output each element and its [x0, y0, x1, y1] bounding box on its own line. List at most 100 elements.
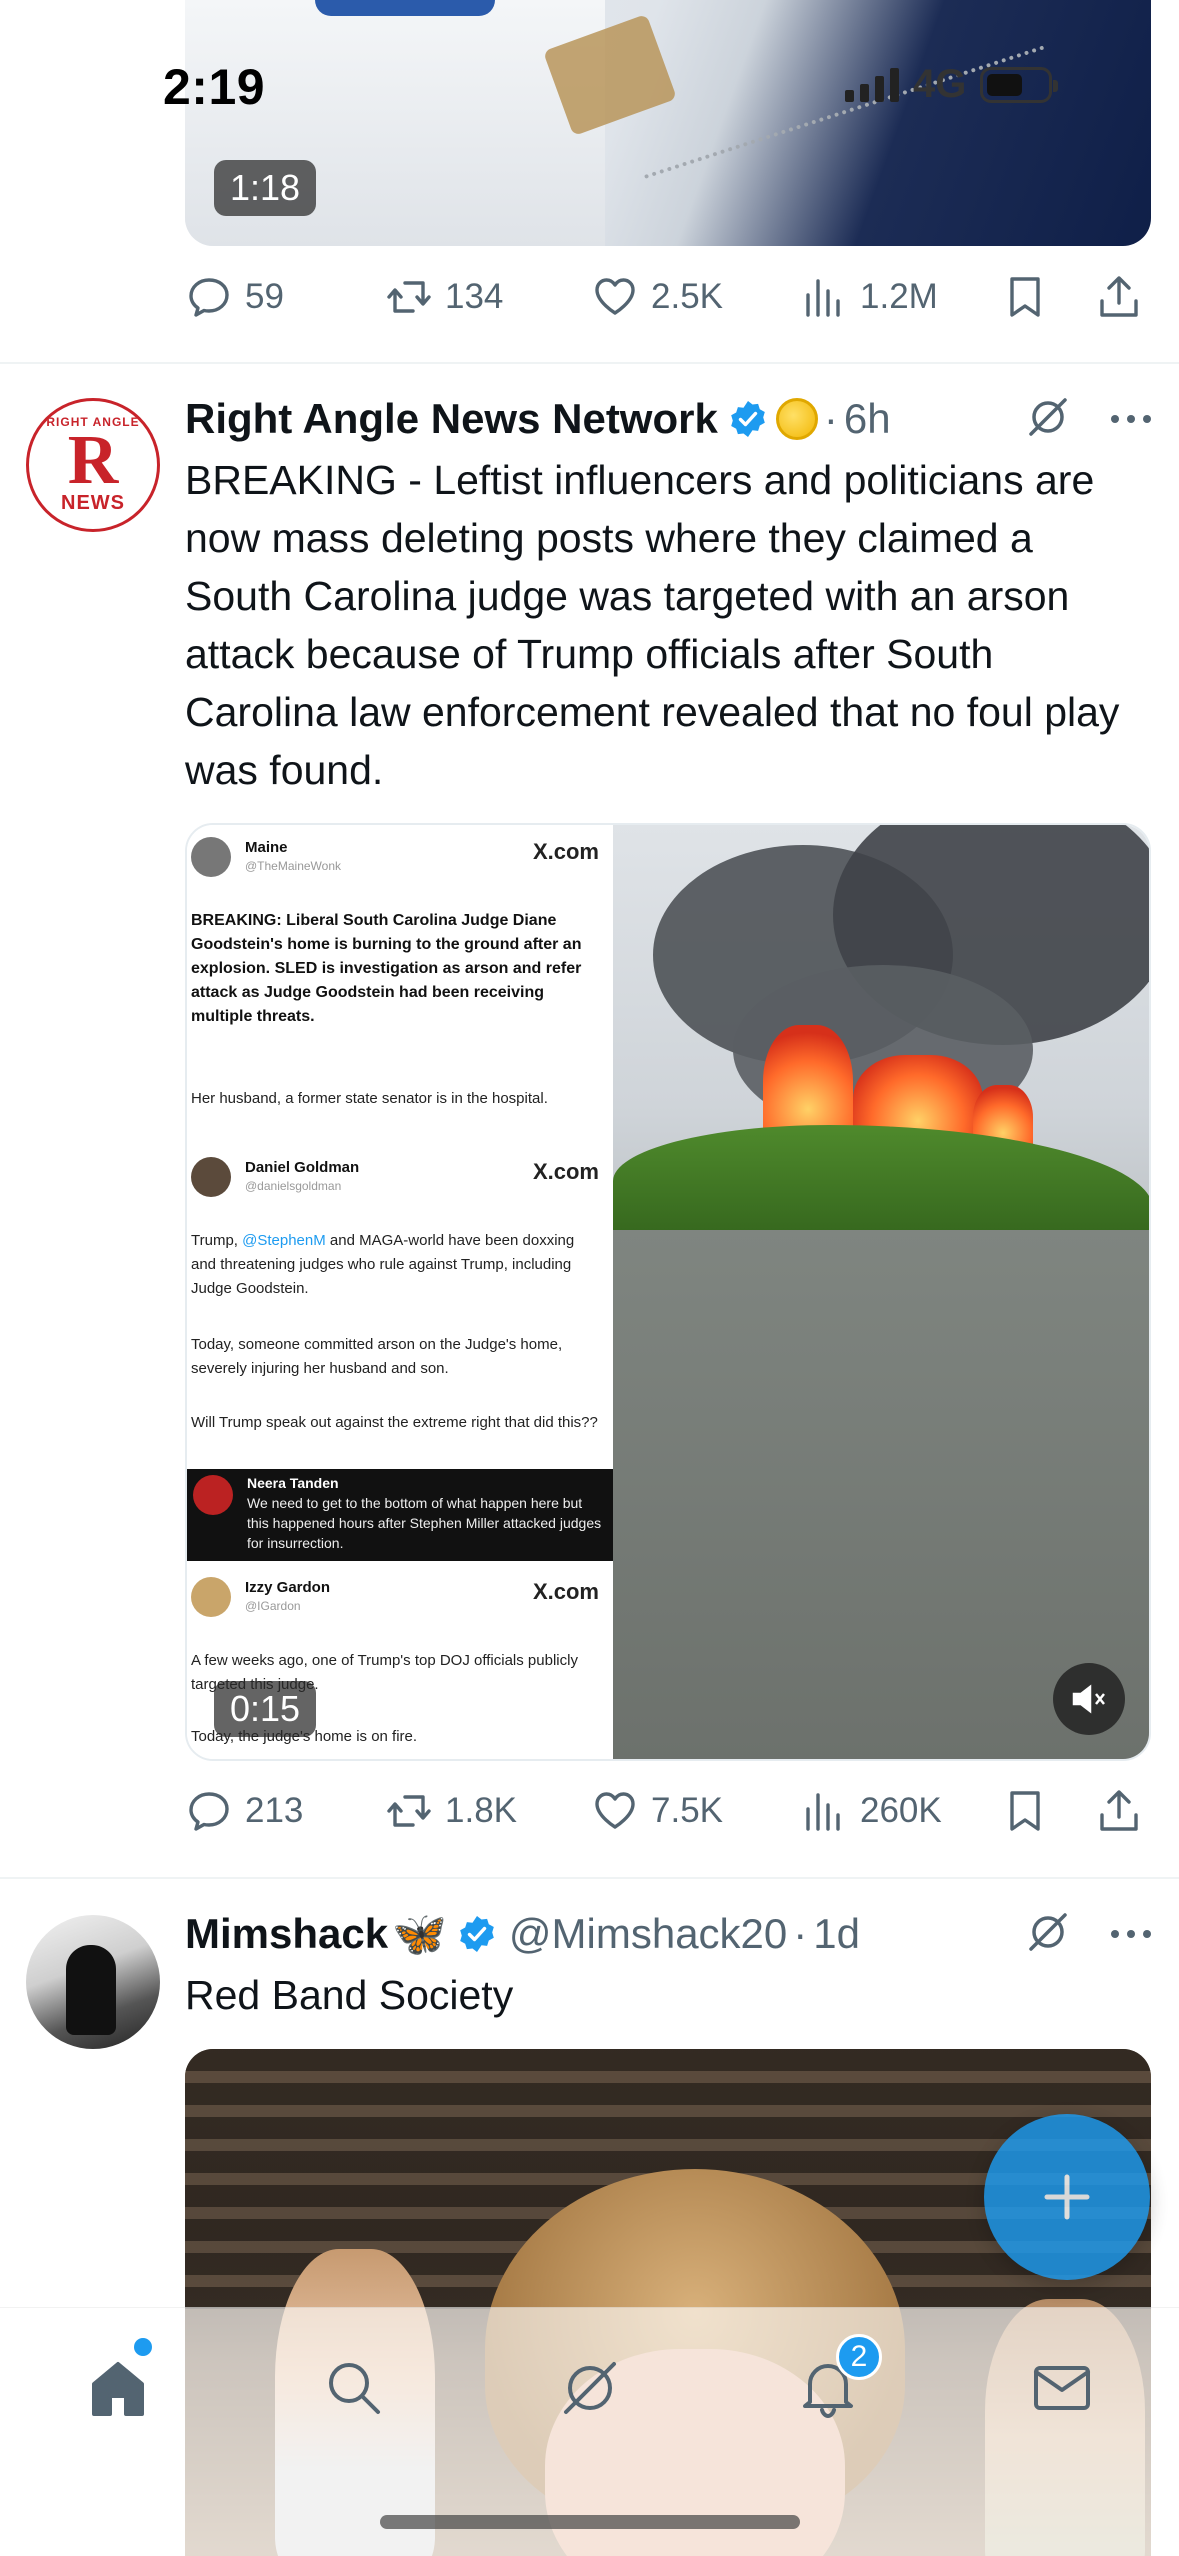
embedded-avatar	[193, 1475, 233, 1515]
fire-video-frame	[613, 825, 1149, 1759]
author-name[interactable]: Mimshack	[185, 1910, 388, 1958]
status-indicators: 4G	[845, 62, 1059, 107]
share-icon	[1100, 276, 1138, 317]
more-button[interactable]	[1111, 1930, 1151, 1938]
views-icon	[806, 1793, 840, 1831]
nav-grok[interactable]	[550, 2348, 630, 2428]
verified-badge-icon	[731, 401, 765, 437]
post-text: BREAKING - Leftist influencers and polit…	[185, 457, 1120, 793]
compose-button[interactable]	[984, 2114, 1150, 2280]
embedded-handle: @TheMaineWonk	[245, 859, 341, 873]
repost-icon	[387, 1795, 431, 1827]
video-frame-detail	[315, 0, 495, 16]
author-handle[interactable]: @Mimshack20	[509, 1910, 787, 1958]
grok-button[interactable]	[1025, 394, 1071, 445]
grok-icon	[1029, 397, 1067, 436]
home-icon	[92, 2362, 144, 2416]
post-video[interactable]: Maine @TheMaineWonk X.com BREAKING: Libe…	[185, 823, 1151, 1761]
like-button[interactable]: 2.5K	[591, 273, 723, 321]
embedded-avatar	[191, 1157, 231, 1197]
share-button[interactable]	[1095, 273, 1143, 321]
repost-count: 134	[445, 277, 504, 316]
separator-dot: ·	[823, 395, 838, 442]
post-header-actions	[1025, 1904, 1151, 1964]
like-count: 7.5K	[651, 1791, 723, 1830]
reply-icon	[189, 278, 229, 317]
bookmark-icon	[1010, 1791, 1040, 1831]
embedded-body: We need to get to the bottom of what hap…	[247, 1495, 602, 1551]
post-divider	[0, 1877, 1179, 1879]
like-count: 2.5K	[651, 277, 723, 316]
embedded-handle: @IGardon	[245, 1599, 301, 1613]
embedded-handle: @danielsgoldman	[245, 1179, 342, 1193]
affiliate-badge-icon	[775, 398, 818, 440]
battery-icon	[980, 66, 1059, 103]
avatar-letter: R	[67, 422, 119, 499]
reply-button[interactable]: 213	[185, 1787, 303, 1835]
reply-button[interactable]: 59	[185, 273, 284, 321]
notification-count-badge: 2	[836, 2334, 882, 2380]
repost-button[interactable]: 134	[385, 273, 503, 321]
embedded-mention: @StephenM	[242, 1232, 326, 1249]
nav-messages[interactable]	[1022, 2348, 1102, 2428]
reply-icon	[189, 1792, 229, 1831]
post-text: Red Band Society	[185, 1972, 514, 2018]
signal-icon	[845, 67, 899, 102]
share-button[interactable]	[1095, 1787, 1143, 1835]
nav-home[interactable]	[78, 2348, 158, 2428]
embedded-body: Will Trump speak out against the extreme…	[191, 1414, 598, 1431]
post-time[interactable]: 6h	[844, 395, 891, 443]
post-header: Mimshack 🦋 @Mimshack20 · 1d	[185, 1904, 1151, 1964]
share-icon	[1100, 1790, 1138, 1831]
avatar[interactable]: RIGHT ANGLE R NEWS	[26, 398, 160, 532]
like-button[interactable]: 7.5K	[591, 1787, 723, 1835]
butterfly-emoji: 🦋	[392, 1910, 447, 1959]
embedded-dark-tweet: Neera Tanden We need to get to the botto…	[187, 1469, 613, 1561]
embedded-body: Today, someone committed arson on the Ju…	[191, 1336, 563, 1377]
post-header: Right Angle News Network · 6h	[185, 389, 1151, 449]
reply-count: 59	[245, 277, 284, 316]
top-post-video[interactable]	[185, 0, 1151, 246]
embedded-name: Maine	[245, 839, 288, 856]
bookmark-button[interactable]	[1001, 273, 1049, 321]
separator-dot: ·	[793, 1910, 808, 1957]
grok-icon	[564, 2362, 616, 2414]
mute-icon	[1072, 1684, 1105, 1714]
embedded-name: Neera Tanden	[247, 1475, 339, 1491]
views-button[interactable]: 260K	[800, 1787, 942, 1835]
views-count: 1.2M	[860, 277, 938, 316]
embedded-avatar	[191, 837, 231, 877]
embedded-source: X.com	[532, 1579, 599, 1604]
network-type: 4G	[913, 62, 967, 106]
embedded-name: Daniel Goldman	[245, 1159, 360, 1176]
post-header-actions	[1025, 389, 1151, 449]
avatar[interactable]	[26, 1915, 160, 2049]
repost-count: 1.8K	[445, 1791, 517, 1830]
grok-icon	[1029, 1912, 1067, 1951]
post-time[interactable]: 1d	[813, 1910, 860, 1958]
grok-button[interactable]	[1025, 1909, 1071, 1960]
embedded-body: BREAKING: Liberal South Carolina Judge D…	[191, 912, 582, 1025]
mute-button[interactable]	[1053, 1663, 1125, 1735]
heart-icon	[595, 1792, 635, 1829]
home-unread-dot	[134, 2338, 152, 2356]
verified-badge-icon	[460, 1916, 494, 1952]
views-icon	[806, 279, 840, 317]
embedded-body: Her husband, a former state senator is i…	[191, 1090, 548, 1107]
video-duration-badge: 1:18	[214, 160, 317, 216]
bookmark-button[interactable]	[1001, 1787, 1049, 1835]
nav-search[interactable]	[314, 2348, 394, 2428]
embedded-name: Izzy Gardon	[245, 1579, 331, 1596]
bookmark-icon	[1010, 277, 1040, 317]
top-post-actions: 59 134 2.5K 1.2M	[185, 267, 1151, 327]
heart-icon	[595, 278, 635, 315]
embedded-screenshot: Maine @TheMaineWonk X.com BREAKING: Libe…	[187, 825, 613, 1759]
views-button[interactable]: 1.2M	[800, 273, 938, 321]
more-button[interactable]	[1111, 415, 1151, 423]
post-actions: 213 1.8K 7.5K 260K	[185, 1781, 1151, 1841]
embedded-avatar	[191, 1577, 231, 1617]
repost-button[interactable]: 1.8K	[385, 1787, 517, 1835]
author-name[interactable]: Right Angle News Network	[185, 395, 718, 443]
plus-icon	[1044, 2174, 1090, 2220]
video-duration-badge: 0:15	[214, 1681, 317, 1737]
